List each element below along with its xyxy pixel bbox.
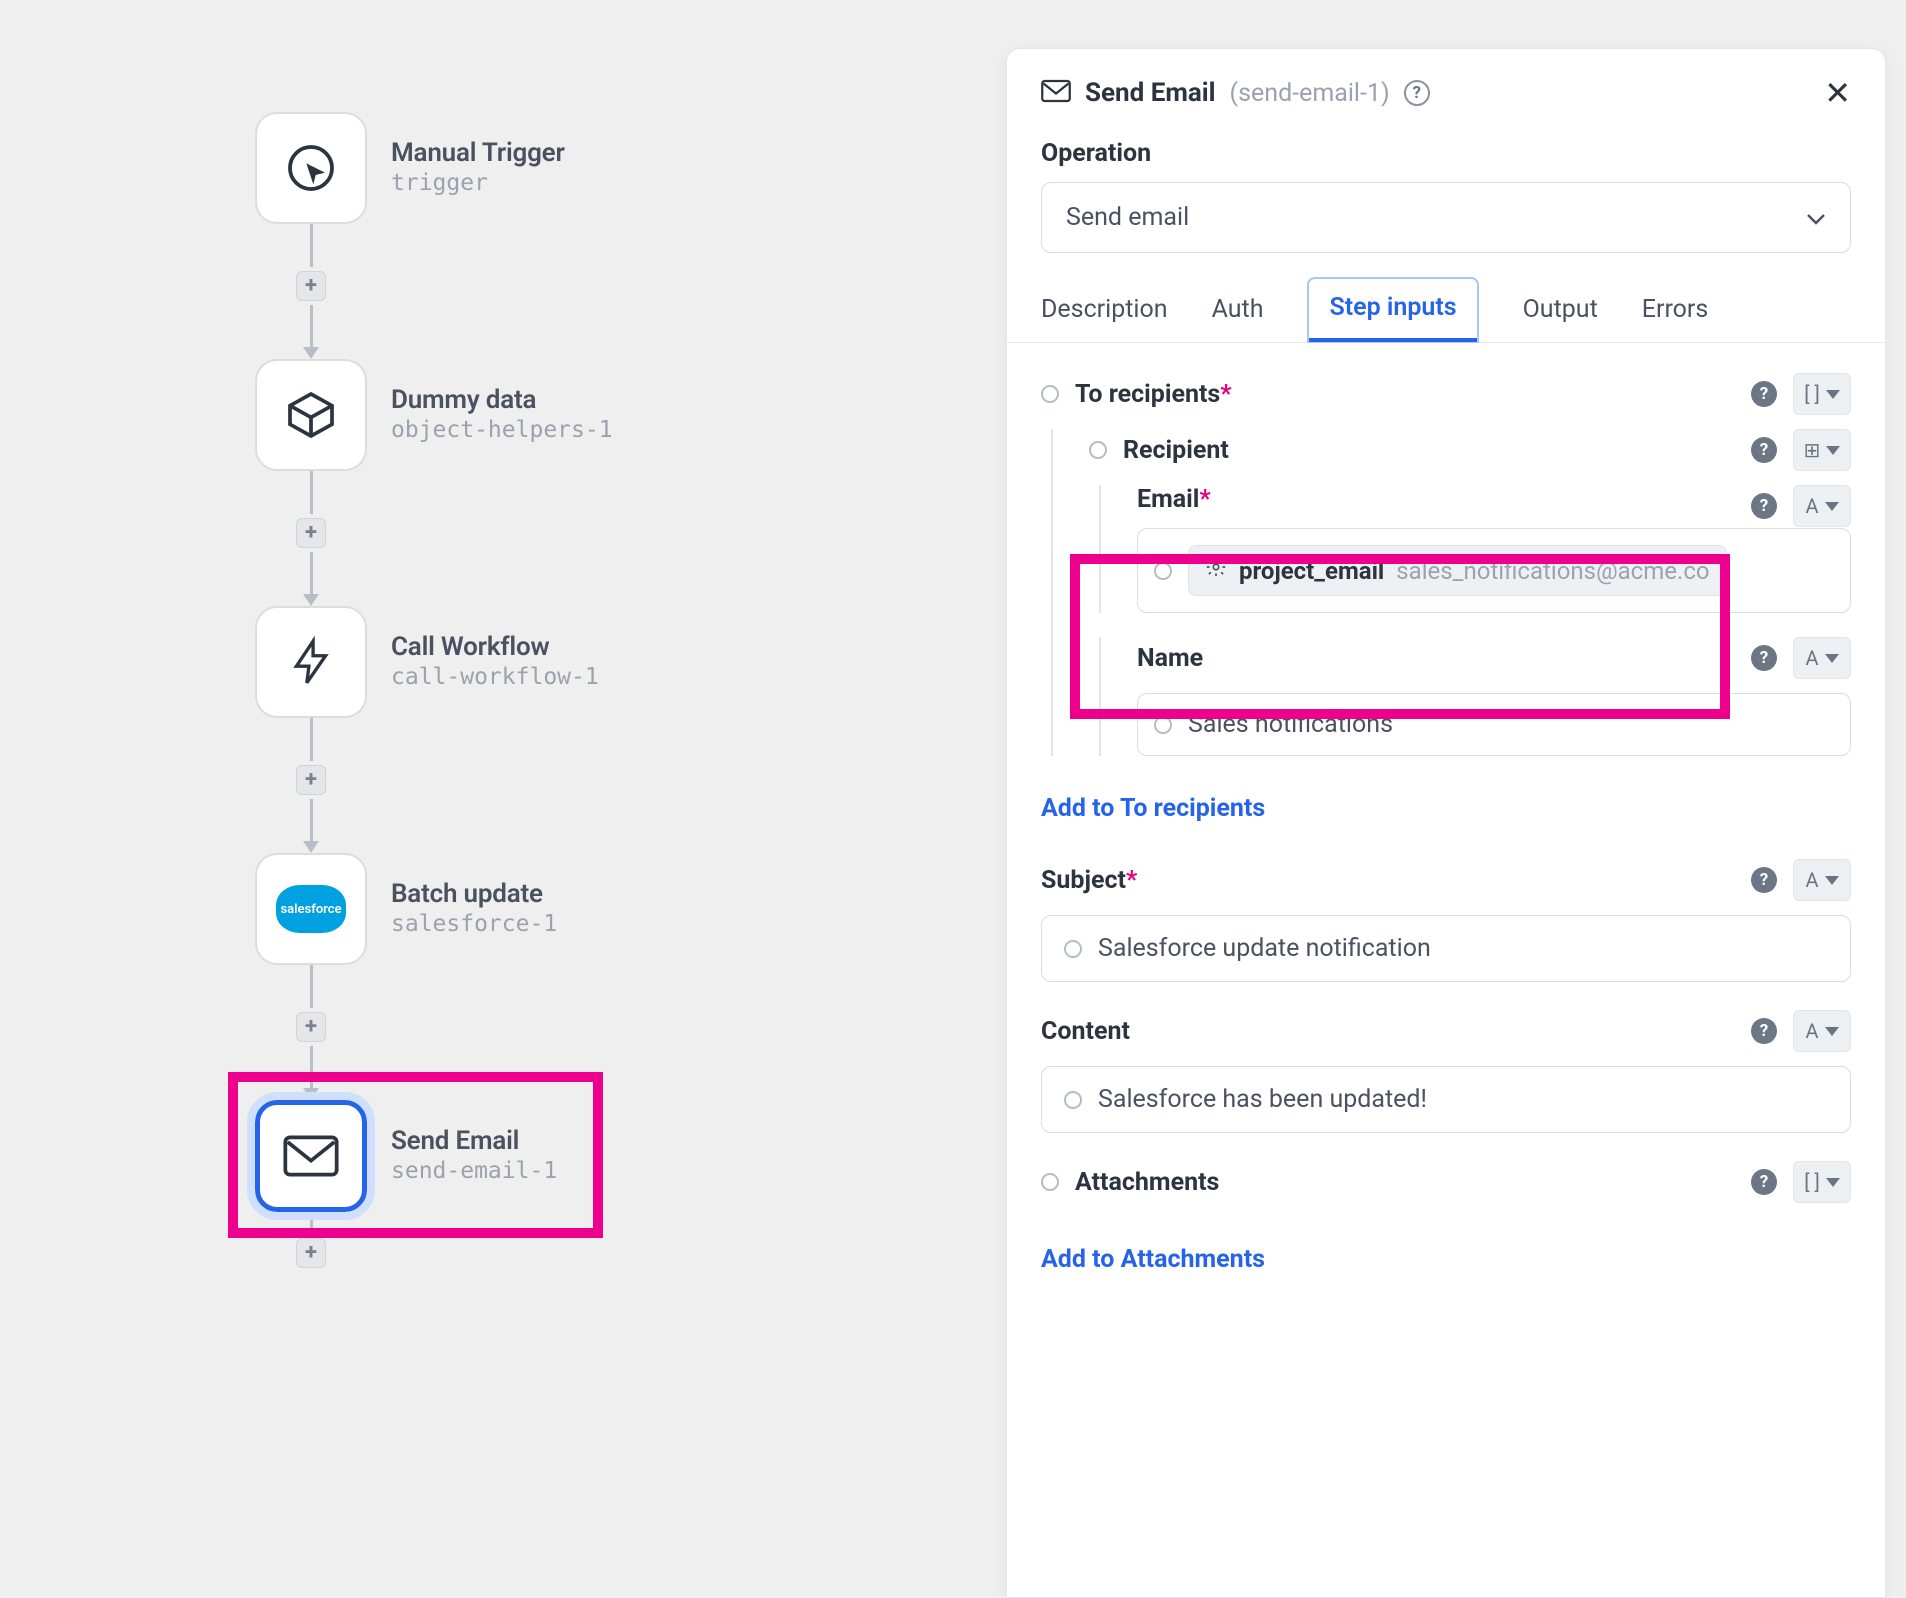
close-panel-button[interactable]: ✕ (1824, 77, 1851, 109)
flow-node-dummy-data[interactable]: Dummy data object-helpers-1 (255, 359, 775, 471)
subject-label: Subject* (1041, 866, 1735, 895)
operation-select[interactable]: Send email (1041, 182, 1851, 253)
tab-step-inputs[interactable]: Step inputs (1307, 277, 1478, 343)
field-toggle[interactable] (1154, 562, 1172, 580)
name-label: Name (1137, 644, 1735, 673)
node-title: Batch update (391, 879, 557, 909)
panel-tabs: Description Auth Step inputs Output Erro… (1007, 277, 1885, 343)
help-icon[interactable]: ? (1751, 1169, 1777, 1195)
type-selector-list[interactable]: [ ] (1793, 373, 1851, 415)
step-config-panel: Send Email (send-email-1) ? ✕ Operation … (1006, 48, 1886, 1598)
cube-icon (255, 359, 367, 471)
help-icon[interactable]: ? (1751, 381, 1777, 407)
tab-description[interactable]: Description (1041, 277, 1168, 342)
type-selector-text[interactable]: A (1793, 1010, 1851, 1052)
type-selector-text[interactable]: A (1793, 637, 1851, 679)
add-step-button[interactable]: + (296, 765, 326, 795)
help-icon[interactable]: ? (1751, 645, 1777, 671)
email-label: Email* (1137, 485, 1735, 514)
help-icon[interactable]: ? (1404, 80, 1430, 106)
node-title: Manual Trigger (391, 138, 565, 168)
panel-body: To recipients* ? [ ] Recipient ? ⊞ (1007, 343, 1885, 1597)
content-label: Content (1041, 1017, 1735, 1046)
field-toggle[interactable] (1064, 1091, 1082, 1109)
field-toggle[interactable] (1041, 385, 1059, 403)
help-icon[interactable]: ? (1751, 493, 1777, 519)
panel-subtitle: (send-email-1) (1230, 79, 1390, 108)
field-toggle[interactable] (1064, 940, 1082, 958)
operation-value: Send email (1066, 203, 1189, 232)
node-subtitle: object-helpers-1 (391, 417, 613, 443)
add-to-recipients-link[interactable]: Add to To recipients (1041, 794, 1265, 823)
type-selector-text[interactable]: A (1793, 485, 1851, 527)
content-input[interactable]: Salesforce has been updated! (1041, 1066, 1851, 1133)
field-toggle[interactable] (1154, 716, 1172, 734)
cursor-icon (255, 112, 367, 224)
node-title: Dummy data (391, 385, 613, 415)
field-toggle[interactable] (1089, 441, 1107, 459)
to-recipients-label: To recipients* (1075, 380, 1735, 409)
gear-icon (1205, 556, 1227, 585)
attachments-label: Attachments (1075, 1168, 1735, 1197)
help-icon[interactable]: ? (1751, 1018, 1777, 1044)
flow-connector: + (255, 718, 367, 853)
node-title: Send Email (391, 1126, 557, 1156)
help-icon[interactable]: ? (1751, 867, 1777, 893)
name-input[interactable]: Sales notifications (1137, 693, 1851, 756)
field-toggle[interactable] (1041, 1173, 1059, 1191)
node-subtitle: trigger (391, 170, 565, 196)
type-selector-list[interactable]: [ ] (1793, 1161, 1851, 1203)
config-var-chip[interactable]: project_email sales_notifications@acme.c… (1188, 545, 1727, 596)
chevron-down-icon (1806, 203, 1826, 232)
node-subtitle: call-workflow-1 (391, 664, 599, 690)
add-step-button[interactable]: + (296, 1012, 326, 1042)
add-to-attachments-link[interactable]: Add to Attachments (1041, 1245, 1265, 1274)
flow-connector: + (255, 224, 367, 359)
envelope-icon (255, 1100, 367, 1212)
type-selector-text[interactable]: A (1793, 859, 1851, 901)
operation-label: Operation (1007, 127, 1885, 182)
panel-title: Send Email (1085, 78, 1216, 108)
salesforce-icon: salesforce (255, 853, 367, 965)
subject-input[interactable]: Salesforce update notification (1041, 915, 1851, 982)
add-step-button[interactable]: + (296, 518, 326, 548)
envelope-icon (1041, 79, 1071, 107)
chip-value: sales_notifications@acme.co (1396, 557, 1709, 585)
email-input[interactable]: project_email sales_notifications@acme.c… (1137, 528, 1851, 613)
flow-node-batch-update[interactable]: salesforce Batch update salesforce-1 (255, 853, 775, 965)
flow-node-manual-trigger[interactable]: Manual Trigger trigger (255, 112, 775, 224)
flow-connector: + (255, 471, 367, 606)
help-icon[interactable]: ? (1751, 437, 1777, 463)
node-title: Call Workflow (391, 632, 599, 662)
recipient-label: Recipient (1123, 436, 1735, 465)
workflow-canvas[interactable]: Manual Trigger trigger + Dummy data obje… (255, 112, 775, 1272)
tab-errors[interactable]: Errors (1642, 277, 1709, 342)
add-step-button[interactable]: + (296, 1238, 326, 1268)
chip-name: project_email (1239, 557, 1384, 585)
flow-connector: + (255, 965, 367, 1100)
flow-node-call-workflow[interactable]: Call Workflow call-workflow-1 (255, 606, 775, 718)
bolt-icon (255, 606, 367, 718)
node-subtitle: salesforce-1 (391, 911, 557, 937)
add-step-button[interactable]: + (296, 271, 326, 301)
node-subtitle: send-email-1 (391, 1158, 557, 1184)
tab-output[interactable]: Output (1523, 277, 1598, 342)
tab-auth[interactable]: Auth (1212, 277, 1264, 342)
flow-connector: + (255, 1212, 367, 1272)
flow-node-send-email[interactable]: Send Email send-email-1 (255, 1100, 775, 1212)
type-selector-object[interactable]: ⊞ (1793, 429, 1851, 471)
